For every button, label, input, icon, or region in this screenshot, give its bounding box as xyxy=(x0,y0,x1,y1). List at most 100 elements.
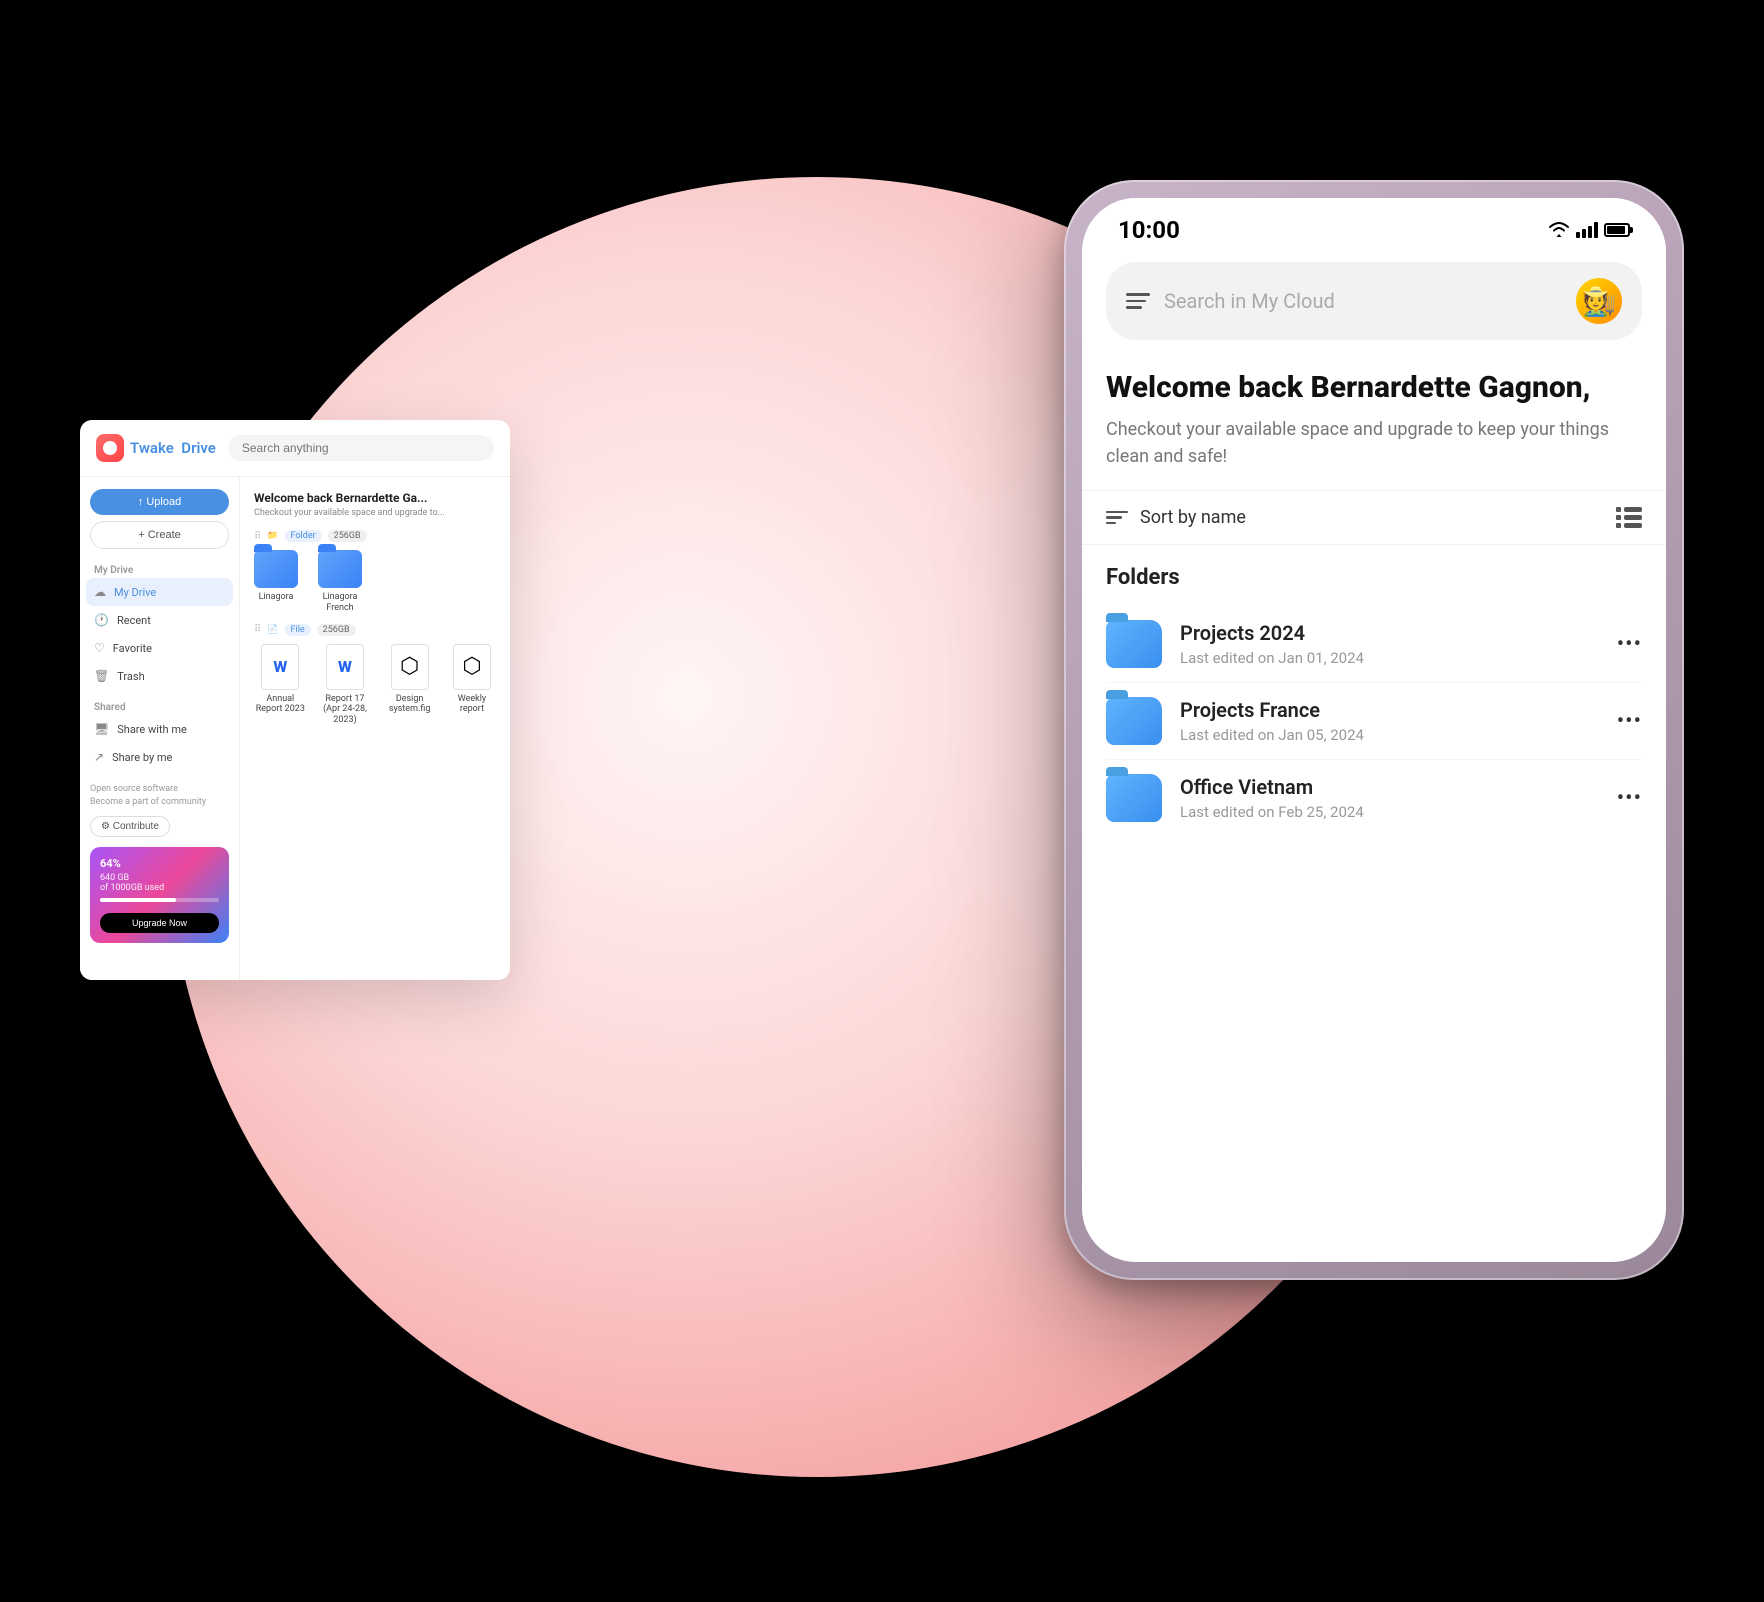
folder-name: Projects France xyxy=(1180,698,1599,722)
phone-status-bar: 10:00 xyxy=(1082,198,1666,252)
folder-icon xyxy=(1106,697,1162,745)
cloud-icon: ☁ xyxy=(94,585,106,599)
wifi-icon xyxy=(1548,222,1570,238)
folder-icon xyxy=(1106,774,1162,822)
list-item[interactable]: ⬡ Design system.fig xyxy=(383,644,436,726)
files-grid: W Annual Report 2023 W Report 17 (Apr 24… xyxy=(254,644,496,726)
share-with-me-icon: 🖥 xyxy=(94,722,109,736)
drag-icon: ⠿ xyxy=(254,531,261,542)
upgrade-button[interactable]: Upgrade Now xyxy=(100,913,219,933)
file-name: Design system.fig xyxy=(383,694,436,716)
scene: Twake Drive ↑ Upload + Create My Drive ☁… xyxy=(0,0,1764,1602)
file-name: Annual Report 2023 xyxy=(254,694,307,716)
contribute-button[interactable]: ⚙ Contribute xyxy=(90,816,170,837)
phone-screen: 10:00 xyxy=(1082,198,1666,1262)
folder-info: Office Vietnam Last edited on Feb 25, 20… xyxy=(1180,775,1599,821)
word-icon: W xyxy=(326,644,364,690)
folder-name: Projects 2024 xyxy=(1180,621,1599,645)
desktop-welcome-title: Welcome back Bernardette Ga... xyxy=(254,491,496,505)
storage-total: of 1000GB used xyxy=(100,883,219,893)
folders-section-title: Folders xyxy=(1106,565,1642,590)
phone-welcome-subtitle: Checkout your available space and upgrad… xyxy=(1106,416,1642,470)
desktop-main-content: Welcome back Bernardette Ga... Checkout … xyxy=(240,477,510,980)
desktop-window: Twake Drive ↑ Upload + Create My Drive ☁… xyxy=(80,420,510,980)
desktop-search-input[interactable] xyxy=(228,435,494,461)
hamburger-line xyxy=(1126,300,1146,303)
folder-date: Last edited on Jan 05, 2024 xyxy=(1180,726,1599,744)
storage-used: 640 GB xyxy=(100,873,219,883)
sort-label: Sort by name xyxy=(1140,507,1616,528)
more-options-icon[interactable]: ••• xyxy=(1617,786,1642,811)
phone-welcome-title: Welcome back Bernardette Gagnon, xyxy=(1106,370,1642,406)
sort-bar[interactable]: Sort by name xyxy=(1082,490,1666,545)
more-options-icon[interactable]: ••• xyxy=(1617,709,1642,734)
phone-frame: 10:00 xyxy=(1064,180,1684,1280)
sidebar-item-favorite[interactable]: ♡ Favorite xyxy=(80,634,239,662)
create-button[interactable]: + Create xyxy=(90,521,229,549)
list-item[interactable]: W Annual Report 2023 xyxy=(254,644,307,726)
desktop-body: ↑ Upload + Create My Drive ☁ My Drive 🕐 … xyxy=(80,477,510,980)
heart-icon: ♡ xyxy=(94,641,105,655)
folder-name: Linagora French xyxy=(310,592,370,614)
sidebar-item-recent[interactable]: 🕐 Recent xyxy=(80,606,239,634)
signal-icon xyxy=(1576,222,1598,238)
logo-area: Twake Drive xyxy=(96,434,216,462)
folder-date: Last edited on Jan 01, 2024 xyxy=(1180,649,1599,667)
files-section: ⠿ 📄 File 256GB W Annual Report 2023 W Re… xyxy=(254,624,496,726)
folder-date: Last edited on Feb 25, 2024 xyxy=(1180,803,1599,821)
word-icon: W xyxy=(261,644,299,690)
avatar-emoji: 🧑‍🌾 xyxy=(1582,285,1617,318)
folder-info: Projects 2024 Last edited on Jan 01, 202… xyxy=(1180,621,1599,667)
trash-icon: 🗑 xyxy=(94,669,109,683)
folder-info: Projects France Last edited on Jan 05, 2… xyxy=(1180,698,1599,744)
clock-icon: 🕐 xyxy=(94,613,109,627)
file-name: Weekly report xyxy=(448,694,496,716)
storage-bar-fill xyxy=(100,898,176,902)
sidebar-item-trash[interactable]: 🗑 Trash xyxy=(80,662,239,690)
file-name: Report 17 (Apr 24-28, 2023) xyxy=(319,694,372,726)
desktop-header: Twake Drive xyxy=(80,420,510,477)
list-item[interactable]: Projects 2024 Last edited on Jan 01, 202… xyxy=(1106,606,1642,683)
desktop-welcome-subtitle: Checkout your available space and upgrad… xyxy=(254,508,496,518)
app-logo-text: Twake Drive xyxy=(130,439,216,457)
list-item[interactable]: Linagora French xyxy=(310,550,370,614)
list-item[interactable]: ⬡ Weekly report xyxy=(448,644,496,726)
phone-folders-section: Folders Projects 2024 Last edited on Jan… xyxy=(1082,545,1666,836)
sidebar-footer: Open source software Become a part of co… xyxy=(80,771,239,955)
sidebar: ↑ Upload + Create My Drive ☁ My Drive 🕐 … xyxy=(80,477,240,980)
sidebar-item-share-with-me[interactable]: 🖥 Share with me xyxy=(80,715,239,743)
battery-icon xyxy=(1604,223,1630,237)
user-avatar[interactable]: 🧑‍🌾 xyxy=(1576,278,1622,324)
list-item[interactable]: Linagora xyxy=(254,550,298,614)
list-item[interactable]: Office Vietnam Last edited on Feb 25, 20… xyxy=(1106,760,1642,836)
storage-percent: 64% xyxy=(100,857,219,870)
file-type-badge: File xyxy=(285,624,311,636)
figma-icon: ⬡ xyxy=(391,644,429,690)
folder-size-badge: 256GB xyxy=(328,530,367,542)
share-by-me-icon: ↗ xyxy=(94,750,104,764)
list-item[interactable]: W Report 17 (Apr 24-28, 2023) xyxy=(319,644,372,726)
more-options-icon[interactable]: ••• xyxy=(1617,632,1642,657)
folder-name: Office Vietnam xyxy=(1180,775,1599,799)
logo-icon xyxy=(96,434,124,462)
storage-card: 64% 640 GB of 1000GB used Upgrade Now xyxy=(90,847,229,943)
shared-section-title: Shared xyxy=(80,698,239,715)
file-icon: 📄 xyxy=(267,625,278,635)
sidebar-item-share-by-me[interactable]: ↗ Share by me xyxy=(80,743,239,771)
phone-search-bar[interactable]: Search in My Cloud 🧑‍🌾 xyxy=(1106,262,1642,340)
sidebar-item-my-drive[interactable]: ☁ My Drive xyxy=(86,578,233,606)
upload-button[interactable]: ↑ Upload xyxy=(90,489,229,515)
drag-icon: ⠿ xyxy=(254,624,261,635)
my-drive-section-title: My Drive xyxy=(80,561,239,578)
sort-icon xyxy=(1106,511,1128,525)
status-icons xyxy=(1548,222,1630,238)
list-item[interactable]: Projects France Last edited on Jan 05, 2… xyxy=(1106,683,1642,760)
folders-grid: Linagora Linagora French xyxy=(254,550,496,614)
footer-title: Open source software Become a part of co… xyxy=(90,783,229,808)
folder-name: Linagora xyxy=(259,592,294,603)
list-view-icon[interactable] xyxy=(1616,507,1642,528)
file-size-badge: 256GB xyxy=(317,624,356,636)
hamburger-menu-icon[interactable] xyxy=(1126,293,1150,309)
search-placeholder: Search in My Cloud xyxy=(1164,289,1562,313)
folder-type-badge: Folder xyxy=(285,530,322,542)
